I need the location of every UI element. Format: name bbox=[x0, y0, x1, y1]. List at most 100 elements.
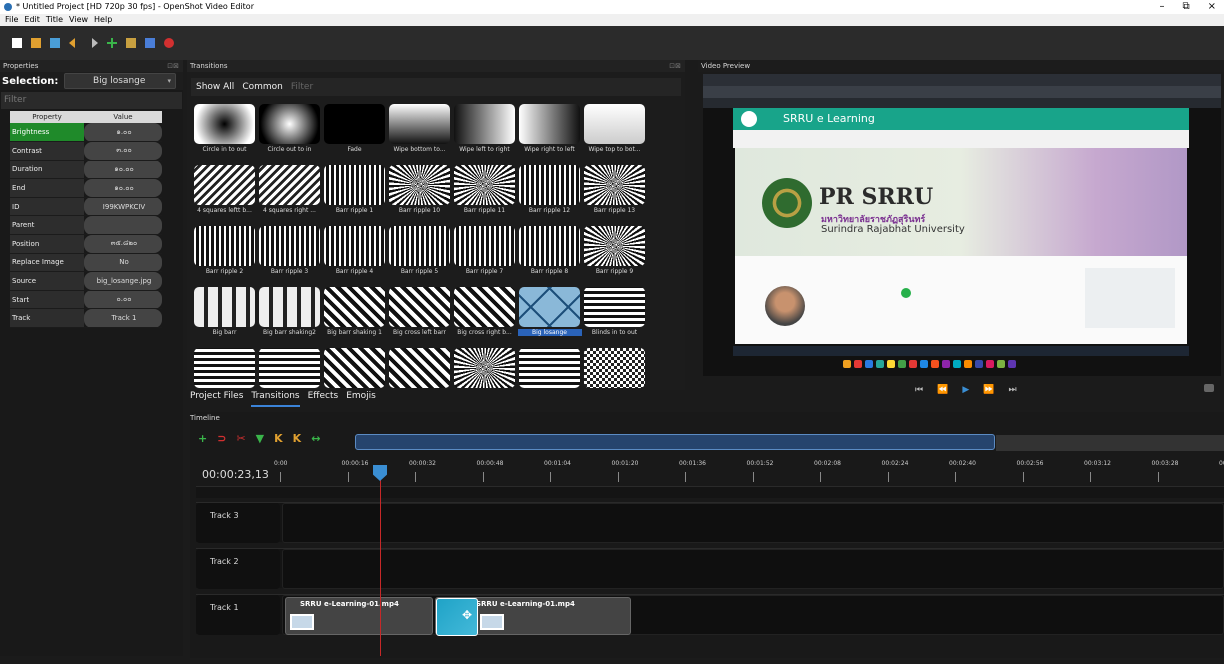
transition-item[interactable]: Barr ripple 9 bbox=[582, 226, 647, 285]
property-row[interactable]: ID I99KWPKCIV bbox=[10, 197, 162, 217]
property-value[interactable]: I99KWPKCIV bbox=[84, 197, 162, 217]
transition-item[interactable]: 4 squares leftt b... bbox=[192, 165, 257, 224]
selection-dropdown[interactable]: Big losange ▾ bbox=[64, 73, 176, 89]
property-value[interactable] bbox=[84, 215, 162, 236]
dock-float-icon[interactable]: ⊡⊠ bbox=[167, 60, 179, 72]
transition-item[interactable]: Barr ripple 10 bbox=[387, 165, 452, 224]
transition-item[interactable]: Barr ripple 7 bbox=[452, 226, 517, 285]
transition-item[interactable]: Barr ripple 3 bbox=[257, 226, 322, 285]
transition-item[interactable]: Barr ripple 12 bbox=[517, 165, 582, 224]
transition-item[interactable]: Wipe right to left bbox=[517, 104, 582, 163]
property-row[interactable]: Contrast ๓.๐๐ bbox=[10, 141, 162, 161]
video-clip[interactable]: SRRU e-Learning-01.mp4 ✥ bbox=[435, 597, 631, 636]
tab-show-all[interactable]: Show All bbox=[196, 82, 234, 92]
import-files-icon[interactable] bbox=[107, 38, 117, 48]
track-body[interactable] bbox=[282, 503, 1224, 543]
undo-icon[interactable] bbox=[69, 38, 75, 48]
add-marker-icon[interactable]: ▼ bbox=[256, 432, 264, 445]
transition-item[interactable]: Circle in to out bbox=[192, 104, 257, 163]
menu-view[interactable]: View bbox=[69, 14, 88, 26]
track-header[interactable]: Track 3 bbox=[196, 503, 280, 543]
transition-item[interactable]: Barr ripple 1 bbox=[322, 165, 387, 224]
properties-filter-input[interactable]: Filter bbox=[1, 92, 182, 109]
property-row[interactable]: Source big_losange.jpg bbox=[10, 271, 162, 291]
property-row[interactable]: Start ๐.๐๐ bbox=[10, 290, 162, 310]
property-row[interactable]: Replace Image No bbox=[10, 253, 162, 273]
property-row[interactable]: Track Track 1 bbox=[10, 308, 162, 329]
menu-edit[interactable]: Edit bbox=[24, 14, 40, 26]
transition-item[interactable]: Barr ripple 5 bbox=[387, 226, 452, 285]
open-project-icon[interactable] bbox=[31, 38, 41, 48]
transition-item[interactable] bbox=[582, 348, 647, 407]
razor-icon[interactable]: ✂ bbox=[236, 432, 245, 445]
menu-file[interactable]: File bbox=[5, 14, 18, 26]
tab-effects[interactable]: Effects bbox=[308, 391, 339, 407]
property-row[interactable]: Brightness ๑.๐๐ bbox=[10, 123, 162, 143]
transition-item[interactable]: Blinds in to out bbox=[582, 287, 647, 346]
transition-item[interactable]: Big cross right b... bbox=[452, 287, 517, 346]
minimize-button[interactable]: – bbox=[1159, 0, 1164, 14]
property-value[interactable]: ๓๕.๘๒๐ bbox=[84, 234, 162, 254]
playhead-line[interactable] bbox=[380, 470, 381, 656]
video-clip[interactable]: SRRU e-Learning-01.mp4 bbox=[285, 597, 433, 635]
transition-item[interactable]: Wipe left to right bbox=[452, 104, 517, 163]
property-row[interactable]: Duration ๑๐.๐๐ bbox=[10, 160, 162, 180]
property-value[interactable]: ๓.๐๐ bbox=[84, 141, 162, 161]
property-row[interactable]: End ๑๐.๐๐ bbox=[10, 178, 162, 198]
redo-icon[interactable] bbox=[92, 38, 98, 48]
dock-float-icon[interactable]: ⊡⊠ bbox=[669, 60, 681, 72]
profile-icon[interactable] bbox=[126, 38, 136, 48]
transition-item[interactable]: Circle out to in bbox=[257, 104, 322, 163]
camera-icon[interactable] bbox=[1204, 384, 1214, 392]
transition-item[interactable] bbox=[517, 348, 582, 407]
property-value[interactable]: big_losange.jpg bbox=[84, 271, 162, 291]
property-value[interactable]: Track 1 bbox=[84, 308, 162, 329]
transition-item[interactable]: 4 squares right ... bbox=[257, 165, 322, 224]
tab-common[interactable]: Common bbox=[242, 82, 283, 92]
track-header[interactable]: Track 1 bbox=[196, 595, 280, 635]
play-icon[interactable]: ▶ bbox=[962, 385, 969, 395]
tab-project-files[interactable]: Project Files bbox=[190, 391, 243, 407]
jump-end-icon[interactable]: ⏭ bbox=[1008, 385, 1016, 395]
menu-title[interactable]: Title bbox=[46, 14, 63, 26]
save-project-icon[interactable] bbox=[50, 38, 60, 48]
transition-item[interactable]: Big losange bbox=[517, 287, 582, 346]
previous-marker-icon[interactable]: K bbox=[274, 432, 283, 445]
video-preview-canvas[interactable]: SRRU e Learning PR SRRU มหาวิทยาลัยราชภั… bbox=[703, 74, 1221, 376]
next-marker-icon[interactable]: K bbox=[293, 432, 302, 445]
timeline-zoom-scrollbar[interactable] bbox=[355, 434, 1224, 451]
property-value[interactable]: ๑๐.๐๐ bbox=[84, 178, 162, 198]
transition-item[interactable] bbox=[452, 348, 517, 407]
transition-item[interactable]: Wipe bottom to... bbox=[387, 104, 452, 163]
add-track-icon[interactable]: + bbox=[198, 432, 207, 445]
menu-help[interactable]: Help bbox=[94, 14, 112, 26]
transition-item[interactable] bbox=[387, 348, 452, 407]
track-header[interactable]: Track 2 bbox=[196, 549, 280, 589]
transition-item[interactable]: Big barr shaking 1 bbox=[322, 287, 387, 346]
jump-start-icon[interactable]: ⏮ bbox=[915, 385, 923, 395]
timeline-ruler[interactable]: 0:00 00:00:16 00:00:32 00:00:48 00:01:04 00:0… bbox=[274, 456, 1224, 486]
transition-item[interactable]: Barr ripple 2 bbox=[192, 226, 257, 285]
transition-item[interactable]: Wipe top to bot... bbox=[582, 104, 647, 163]
fullscreen-icon[interactable] bbox=[145, 38, 155, 48]
maximize-button[interactable]: ⧉ bbox=[1182, 0, 1189, 14]
center-playhead-icon[interactable]: ↔ bbox=[311, 432, 320, 445]
property-value[interactable]: ๐.๐๐ bbox=[84, 290, 162, 310]
track-body[interactable] bbox=[282, 549, 1224, 589]
transition-item[interactable]: Barr ripple 8 bbox=[517, 226, 582, 285]
new-project-icon[interactable] bbox=[12, 38, 22, 48]
transition-item[interactable]: Big barr shaking2 bbox=[257, 287, 322, 346]
tab-emojis[interactable]: Emojis bbox=[346, 391, 376, 407]
transition-item[interactable]: Barr ripple 4 bbox=[322, 226, 387, 285]
transition-item[interactable]: Fade bbox=[322, 104, 387, 163]
transition-item[interactable]: Barr ripple 11 bbox=[452, 165, 517, 224]
transition-item[interactable]: Big barr bbox=[192, 287, 257, 346]
export-video-icon[interactable] bbox=[164, 38, 174, 48]
close-button[interactable]: × bbox=[1208, 0, 1216, 14]
transition-item[interactable]: Barr ripple 13 bbox=[582, 165, 647, 224]
property-row[interactable]: Parent bbox=[10, 215, 162, 236]
fast-forward-icon[interactable]: ⏩ bbox=[983, 385, 994, 395]
property-value[interactable]: ๑๐.๐๐ bbox=[84, 160, 162, 180]
track-body[interactable]: SRRU e-Learning-01.mp4 SRRU e-Learning-0… bbox=[282, 595, 1224, 636]
transition-item[interactable]: Big cross left barr bbox=[387, 287, 452, 346]
